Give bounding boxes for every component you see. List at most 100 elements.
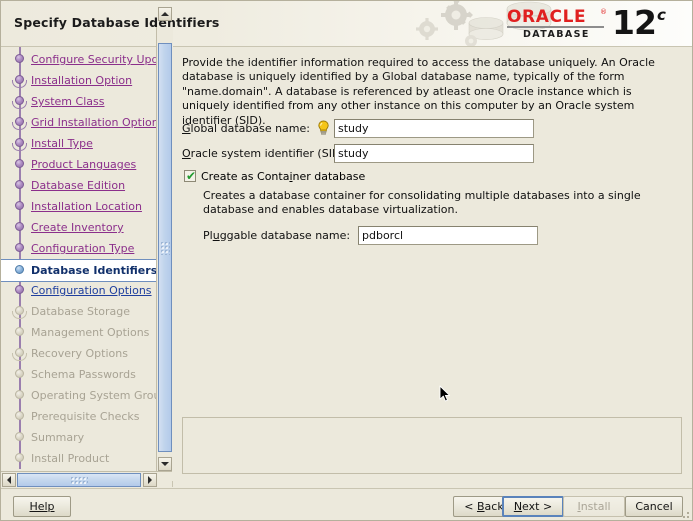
scroll-left-button[interactable] (2, 473, 16, 487)
sidebar-item-label: Grid Installation Options (31, 116, 156, 129)
step-branch-node-icon (12, 305, 27, 319)
oracle-logo: ORACLE ® DATABASE 12 c (507, 3, 682, 43)
sidebar-vertical-scrollbar[interactable] (156, 7, 173, 481)
sidebar-item-label: Installation Option (31, 74, 133, 87)
sidebar-item-database-identifiers[interactable]: Database Identifiers (1, 259, 156, 282)
pluggable-database-name-row: Pluggable database name: (203, 226, 673, 245)
pluggable-database-name-input[interactable] (358, 226, 538, 245)
step-node-icon (12, 431, 27, 445)
sidebar-item-system-class[interactable]: System Class (1, 91, 156, 112)
step-bulb-icon (15, 348, 24, 357)
oracle-version-suffix: c (657, 6, 666, 24)
sidebar-item-configure-security-updates[interactable]: Configure Security Updates (1, 49, 156, 70)
step-node-icon (12, 200, 27, 214)
oracle-sid-input[interactable] (334, 144, 534, 163)
step-bulb-icon (15, 453, 24, 462)
oracle-sid-row: Oracle system identifier (SID): (182, 144, 682, 163)
step-node-icon (12, 264, 27, 278)
page-description: Provide the identifier information requi… (182, 56, 655, 127)
sidebar-item-label: Database Edition (31, 179, 126, 192)
sidebar-item-grid-installation-options[interactable]: Grid Installation Options (1, 112, 156, 133)
sidebar-item-database-edition[interactable]: Database Edition (1, 175, 156, 196)
scroll-down-button[interactable] (158, 457, 172, 471)
oracle-wordmark: ORACLE (507, 7, 587, 27)
chevron-down-icon (161, 462, 169, 466)
sidebar-item-label: System Class (31, 95, 105, 108)
step-node-icon (12, 452, 27, 466)
sidebar-item-summary: Summary (1, 427, 156, 448)
wizard-step-list[interactable]: Configure Security Updates Installation O… (1, 47, 156, 481)
sidebar-item-schema-passwords: Schema Passwords (1, 364, 156, 385)
step-bulb-icon (15, 222, 24, 231)
install-button-label: Install (577, 500, 611, 513)
sidebar-item-installation-location[interactable]: Installation Location (1, 196, 156, 217)
cancel-button[interactable]: Cancel (625, 496, 683, 517)
step-bulb-icon (15, 285, 24, 294)
sidebar-item-label: Install Type (31, 137, 93, 150)
sidebar-item-configuration-options[interactable]: Configuration Options (1, 280, 156, 301)
step-bulb-icon (15, 96, 24, 105)
step-bulb-icon (15, 306, 24, 315)
step-branch-node-icon (12, 95, 27, 109)
step-branch-node-icon (12, 347, 27, 361)
step-bulb-icon (15, 411, 24, 420)
step-node-icon (12, 179, 27, 193)
sidebar-item-label: Installation Location (31, 200, 142, 213)
sidebar-item-create-inventory[interactable]: Create Inventory (1, 217, 156, 238)
sidebar-item-product-languages[interactable]: Product Languages (1, 154, 156, 175)
horizontal-scrollbar-thumb[interactable] (17, 473, 141, 487)
pluggable-database-name-label: Pluggable database name: (203, 229, 351, 242)
vertical-scrollbar-thumb[interactable] (158, 43, 172, 452)
sidebar-item-label: Install Product (31, 452, 110, 465)
sidebar-item-configuration-type[interactable]: Configuration Type (1, 238, 156, 259)
container-database-description: Creates a database container for consoli… (203, 189, 641, 217)
sidebar-item-label: Product Languages (31, 158, 137, 171)
sidebar-item-label: Recovery Options (31, 347, 128, 360)
page-title: Specify Database Identifiers (14, 15, 220, 30)
step-node-icon (12, 53, 27, 67)
step-bulb-icon (15, 117, 24, 126)
sidebar-item-label: Configuration Type (31, 242, 135, 255)
oracle-version-number: 12 (612, 3, 657, 42)
step-bulb-icon (15, 369, 24, 378)
window-header: Specify Database Identifiers ORACLE ® DA… (1, 1, 692, 47)
step-node-icon (12, 221, 27, 235)
sidebar-horizontal-scrollbar[interactable] (1, 471, 172, 488)
help-button-label: Help (29, 500, 55, 513)
oracle-database-label: DATABASE (523, 29, 590, 40)
step-bulb-icon (15, 159, 24, 168)
sidebar-item-label: Schema Passwords (31, 368, 136, 381)
step-bulb-icon (15, 180, 24, 189)
step-branch-node-icon (12, 74, 27, 88)
sidebar-item-prerequisite-checks: Prerequisite Checks (1, 406, 156, 427)
sidebar-item-label: Configuration Options (31, 284, 152, 297)
resize-grip-icon[interactable] (678, 507, 690, 519)
sidebar-item-installation-option[interactable]: Installation Option (1, 70, 156, 91)
step-bulb-icon (15, 75, 24, 84)
step-node-icon (12, 326, 27, 340)
sidebar-item-label: Summary (31, 431, 85, 444)
back-button-label: < Back (464, 500, 504, 513)
sidebar-item-label: Operating System Groups (31, 389, 156, 402)
scroll-right-button[interactable] (143, 473, 157, 487)
main-content-panel: Provide the identifier information requi… (179, 51, 685, 485)
checkmark-icon: ✔ (186, 169, 197, 183)
message-area-panel (182, 417, 682, 474)
sidebar-item-label: Prerequisite Checks (31, 410, 140, 423)
install-button: Install (563, 496, 625, 517)
sidebar-item-database-storage: Database Storage (1, 301, 156, 322)
wizard-button-bar: Help < Back Next > Install Cancel (1, 488, 692, 520)
scroll-up-button[interactable] (158, 7, 172, 21)
oracle-registered-mark: ® (600, 8, 607, 16)
chevron-left-icon (7, 476, 11, 484)
scrollbar-grip-icon (160, 240, 170, 255)
step-bulb-icon (15, 201, 24, 210)
sidebar-item-install-type[interactable]: Install Type (1, 133, 156, 154)
global-database-name-input[interactable] (334, 119, 534, 138)
step-node-icon (12, 158, 27, 172)
sidebar-item-label: Management Options (31, 326, 150, 339)
create-as-container-database-checkbox[interactable]: ✔ (184, 170, 196, 182)
help-button[interactable]: Help (13, 496, 71, 517)
next-button[interactable]: Next > (502, 496, 564, 517)
scrollbar-grip-icon (70, 476, 88, 484)
